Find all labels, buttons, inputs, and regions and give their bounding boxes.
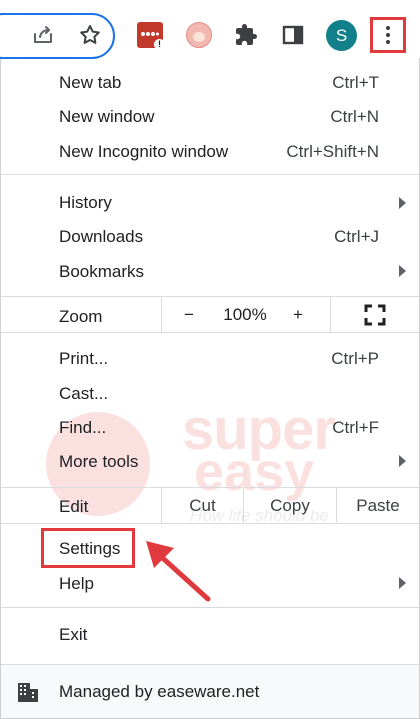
- zoom-divider: [161, 297, 162, 332]
- kebab-menu-icon[interactable]: [370, 17, 406, 53]
- menu-item-print[interactable]: Print...: [59, 349, 108, 369]
- browser-toolbar: ! S: [0, 0, 420, 59]
- menu-item-bookmarks[interactable]: Bookmarks: [59, 262, 144, 282]
- menu-separator: [1, 296, 419, 297]
- menu-item-history[interactable]: History: [59, 193, 112, 213]
- shortcut-find: Ctrl+F: [332, 418, 379, 437]
- shortcut-print: Ctrl+P: [331, 349, 379, 368]
- building-icon: [18, 683, 38, 702]
- share-icon[interactable]: [29, 21, 57, 49]
- menu-separator: [1, 487, 419, 488]
- menu-item-find[interactable]: Find...: [59, 418, 106, 438]
- zoom-out-button[interactable]: −: [178, 305, 200, 325]
- side-panel-icon[interactable]: [279, 21, 307, 49]
- zoom-divider: [330, 297, 331, 332]
- shortcut-downloads: Ctrl+J: [334, 227, 379, 246]
- menu-item-new-incognito[interactable]: New Incognito window: [59, 142, 228, 162]
- menu-item-help[interactable]: Help: [59, 574, 94, 594]
- submenu-arrow-icon: [399, 577, 406, 589]
- puzzle-icon[interactable]: [232, 21, 260, 49]
- zoom-label: Zoom: [59, 307, 103, 326]
- menu-item-more-tools[interactable]: More tools: [59, 452, 138, 472]
- menu-item-new-window[interactable]: New window: [59, 107, 154, 127]
- fullscreen-icon[interactable]: [364, 304, 386, 326]
- submenu-arrow-icon: [399, 455, 406, 467]
- menu-item-exit[interactable]: Exit: [59, 625, 87, 645]
- copy-button[interactable]: Copy: [244, 496, 336, 516]
- managed-footer[interactable]: Managed by easeware.net: [1, 664, 419, 718]
- settings-highlight: [41, 528, 135, 568]
- edit-label: Edit: [59, 497, 89, 516]
- profile-avatar[interactable]: S: [326, 20, 357, 51]
- menu-separator: [1, 174, 419, 175]
- paste-button[interactable]: Paste: [337, 496, 419, 516]
- submenu-arrow-icon: [399, 197, 406, 209]
- menu-item-new-tab[interactable]: New tab: [59, 73, 121, 93]
- star-icon[interactable]: [76, 21, 104, 49]
- managed-by-text: Managed by easeware.net: [59, 682, 260, 701]
- warning-badge-icon: !: [154, 39, 165, 50]
- submenu-arrow-icon: [399, 265, 406, 277]
- zoom-in-button[interactable]: +: [288, 305, 308, 325]
- extension-red-icon[interactable]: !: [137, 22, 165, 50]
- shortcut-new-incognito: Ctrl+Shift+N: [286, 142, 379, 161]
- shortcut-new-tab: Ctrl+T: [332, 73, 379, 92]
- callout-arrow-icon: [146, 541, 211, 602]
- shortcut-new-window: Ctrl+N: [330, 107, 379, 126]
- menu-separator: [1, 523, 419, 524]
- zoom-value: 100%: [223, 305, 267, 324]
- menu-item-cast[interactable]: Cast...: [59, 384, 108, 404]
- extension-avatar-icon[interactable]: [186, 22, 212, 48]
- menu-separator: [1, 332, 419, 333]
- cut-button[interactable]: Cut: [162, 496, 243, 516]
- menu-item-downloads[interactable]: Downloads: [59, 227, 143, 247]
